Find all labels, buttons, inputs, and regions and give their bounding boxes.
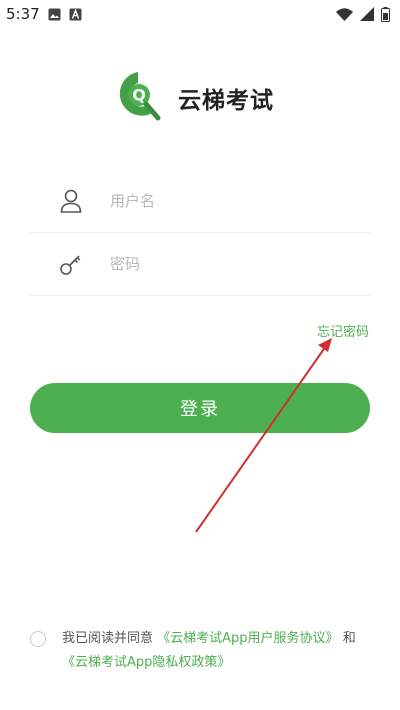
app-logo-icon: Q xyxy=(108,68,164,128)
agreement-and: 和 xyxy=(342,631,356,646)
username-field xyxy=(30,170,370,233)
status-bar: 5:37 xyxy=(0,0,400,28)
signal-icon xyxy=(360,7,374,21)
agreement-prefix: 我已阅读并同意 xyxy=(62,631,154,646)
privacy-policy-link[interactable]: 《云梯考试App隐私权政策》 xyxy=(62,655,230,670)
password-field xyxy=(30,233,370,296)
logo-letter: Q xyxy=(132,86,146,105)
image-icon xyxy=(48,8,61,21)
agreement-radio[interactable] xyxy=(30,631,46,647)
a-badge-icon xyxy=(69,8,82,21)
key-icon xyxy=(56,252,86,276)
battery-icon xyxy=(381,6,390,22)
agreement-text: 我已阅读并同意 《云梯考试App用户服务协议》 和 《云梯考试App隐私权政策》 xyxy=(62,627,372,675)
password-input[interactable] xyxy=(108,254,362,274)
user-agreement-link[interactable]: 《云梯考试App用户服务协议》 xyxy=(157,631,338,646)
app-name: 云梯考试 xyxy=(178,88,274,114)
wifi-icon xyxy=(336,7,353,21)
forgot-password-link[interactable]: 忘记密码 xyxy=(317,321,369,340)
app-brand: Q 云梯考试 xyxy=(108,70,274,126)
status-time: 5:37 xyxy=(6,5,40,23)
user-icon xyxy=(56,189,86,213)
login-button[interactable]: 登录 xyxy=(30,383,370,433)
username-input[interactable] xyxy=(108,191,362,211)
